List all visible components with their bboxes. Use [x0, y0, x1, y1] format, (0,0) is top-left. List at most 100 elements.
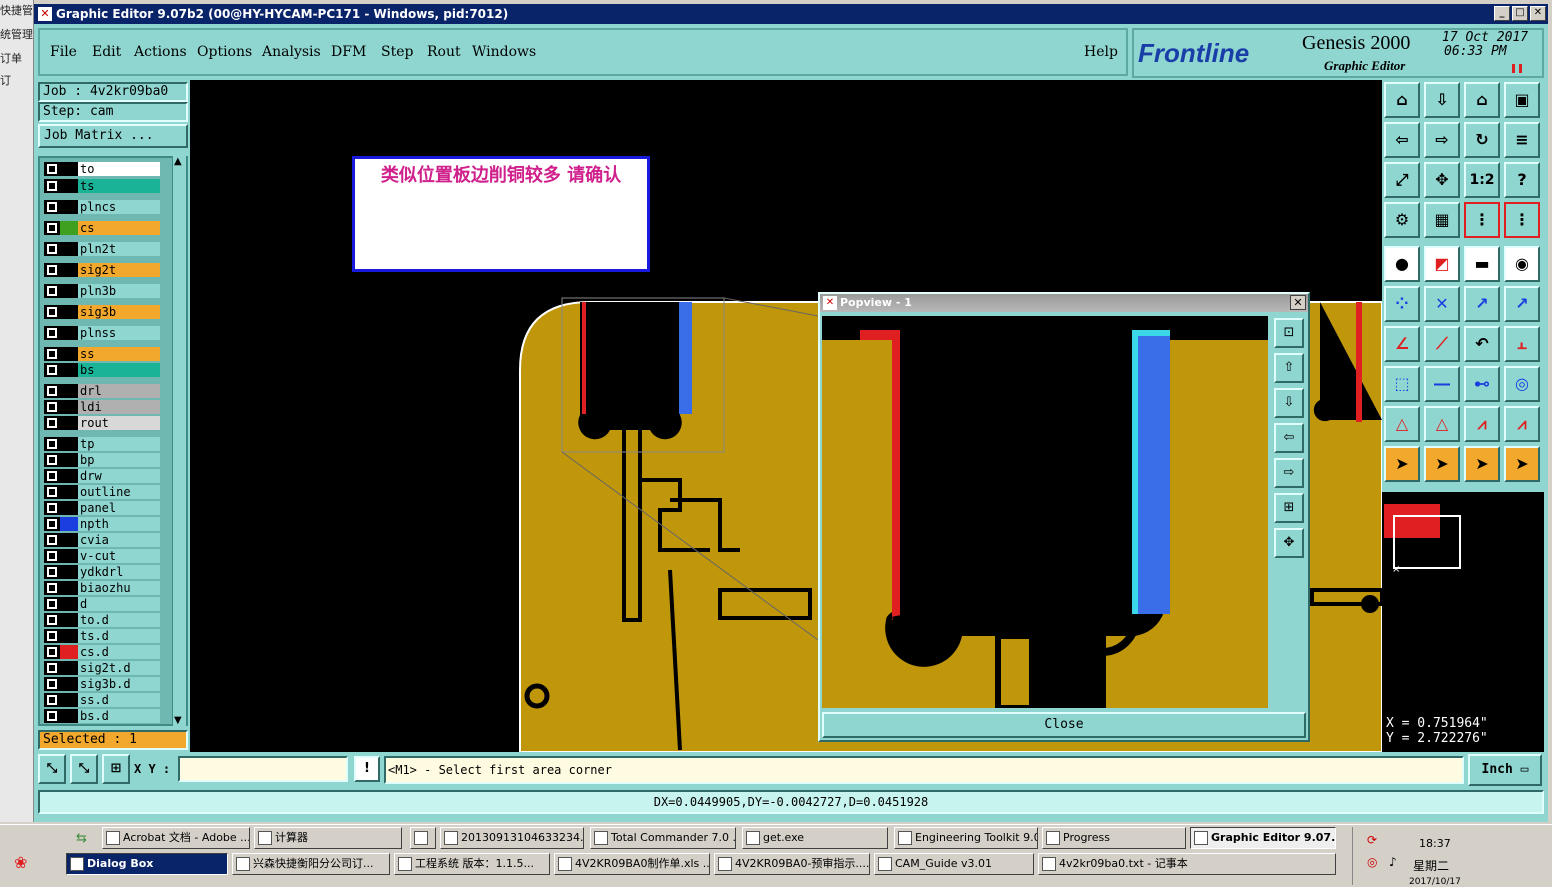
layer-row[interactable]: sig2t	[44, 263, 160, 277]
layer-color-swatch[interactable]	[60, 549, 78, 563]
layer-checkbox[interactable]	[44, 485, 60, 499]
layer-checkbox[interactable]	[44, 629, 60, 643]
task-dialog-box[interactable]: Dialog Box	[66, 853, 228, 875]
layer-checkbox[interactable]	[44, 597, 60, 611]
task-calculator[interactable]: 计算器	[254, 827, 402, 849]
tray-icon-2[interactable]: ◎	[1367, 855, 1377, 869]
layer-row[interactable]: v-cut	[44, 549, 160, 563]
layer-color-swatch[interactable]	[60, 629, 78, 643]
settings-icon[interactable]: ⚙	[1384, 202, 1420, 238]
layer-checkbox[interactable]	[44, 437, 60, 451]
snap2-icon[interactable]: ⋮	[1504, 202, 1540, 238]
layer-row[interactable]: d	[44, 597, 160, 611]
task-get-exe[interactable]: get.exe	[742, 827, 888, 849]
menu-options[interactable]: Options	[197, 44, 252, 60]
zoom-window-icon[interactable]: ⤡	[38, 754, 66, 784]
layer-row[interactable]: panel	[44, 501, 160, 515]
line-point-icon[interactable]: ↗	[1464, 286, 1500, 322]
layer-checkbox[interactable]	[44, 501, 60, 515]
point-box-icon[interactable]: ⬚	[1384, 366, 1420, 402]
clock-time[interactable]: 18:37	[1419, 837, 1451, 850]
popview-fit-icon[interactable]: ⊞	[1274, 493, 1304, 523]
layer-color-swatch[interactable]	[60, 565, 78, 579]
help-query-icon[interactable]: ?	[1504, 162, 1540, 198]
minimize-button[interactable]: _	[1494, 6, 1510, 21]
parallel-icon[interactable]: ⫠	[1504, 326, 1540, 362]
layer-row[interactable]: ts	[44, 179, 160, 193]
task-engineering-toolkit[interactable]: Engineering Toolkit 9.0...	[894, 827, 1038, 849]
task-progress[interactable]: Progress	[1042, 827, 1186, 849]
grid-icon[interactable]: ▦	[1424, 202, 1460, 238]
layer-color-swatch[interactable]	[60, 416, 78, 430]
select-icon[interactable]: ➤	[1424, 446, 1460, 482]
layer-row[interactable]: sig3b	[44, 305, 160, 319]
pause-icon[interactable]	[1512, 64, 1522, 73]
layer-color-swatch[interactable]	[60, 517, 78, 531]
layer-row[interactable]: sig3b.d	[44, 677, 160, 691]
layer-checkbox[interactable]	[44, 469, 60, 483]
task-cam-guide[interactable]: CAM_Guide v3.01	[874, 853, 1034, 875]
measure-icon[interactable]: ◩	[1424, 246, 1460, 282]
triangle3-icon[interactable]: ⩘	[1464, 406, 1500, 442]
triangle-icon[interactable]: △	[1384, 406, 1420, 442]
layer-row[interactable]: drw	[44, 469, 160, 483]
menu-help[interactable]: Help	[1084, 44, 1118, 60]
hline-icon[interactable]: ―	[1424, 366, 1460, 402]
menu-step[interactable]: Step	[381, 44, 413, 60]
popview-zoom-icon[interactable]: ⊡	[1274, 318, 1304, 348]
layer-checkbox[interactable]	[44, 242, 60, 256]
layer-row[interactable]: cvia	[44, 533, 160, 547]
nodes-icon[interactable]: ⁘	[1384, 286, 1420, 322]
layer-color-swatch[interactable]	[60, 597, 78, 611]
center-icon[interactable]: ✥	[1424, 162, 1460, 198]
layer-color-swatch[interactable]	[60, 485, 78, 499]
triangle2-icon[interactable]: △	[1424, 406, 1460, 442]
triangle4-icon[interactable]: ⩘	[1504, 406, 1540, 442]
redraw-icon[interactable]: ↻	[1464, 122, 1500, 158]
layer-color-swatch[interactable]	[60, 162, 78, 176]
task-engineering-system[interactable]: 工程系统 版本：1.1.5...	[394, 853, 550, 875]
window-titlebar[interactable]: ✕ Graphic Editor 9.07b2 (00@HY-HYCAM-PC1…	[34, 4, 1548, 24]
window-icon[interactable]: ▣	[1504, 82, 1540, 118]
menu-actions[interactable]: Actions	[134, 44, 187, 60]
popview-move-icon[interactable]: ✥	[1274, 528, 1304, 558]
tray-icon[interactable]: ⟳	[1367, 833, 1377, 847]
overview-map[interactable]: ×	[1382, 492, 1544, 714]
circle-dim-icon[interactable]: ◎	[1504, 366, 1540, 402]
layer-checkbox[interactable]	[44, 305, 60, 319]
menu-dfm[interactable]: DFM	[331, 44, 366, 60]
pan-down-icon[interactable]: ⇩	[1424, 82, 1460, 118]
layer-row[interactable]: biaozhu	[44, 581, 160, 595]
task-review[interactable]: 4V2KR09BA0-预审指示....	[714, 853, 870, 875]
pan-right-icon[interactable]: ⇨	[1424, 122, 1460, 158]
task-company[interactable]: 兴森快捷衡阳分公司订...	[232, 853, 390, 875]
layer-color-swatch[interactable]	[60, 437, 78, 451]
layer-color-swatch[interactable]	[60, 533, 78, 547]
task-ie[interactable]	[410, 827, 436, 849]
layer-color-swatch[interactable]	[60, 581, 78, 595]
scroll-down-icon[interactable]: ▼	[174, 715, 182, 726]
layer-row[interactable]: drl	[44, 384, 160, 398]
units-selector[interactable]: Inch ▭	[1468, 754, 1542, 786]
task-notepad[interactable]: 4v2kr09ba0.txt - 记事本	[1038, 853, 1336, 875]
layer-row[interactable]: ldi	[44, 400, 160, 414]
snap-grid-icon[interactable]: ⊞	[102, 754, 130, 784]
slash-icon[interactable]: ⟋	[1424, 326, 1460, 362]
layer-color-swatch[interactable]	[60, 347, 78, 361]
layer-row[interactable]: bs	[44, 363, 160, 377]
angle-icon[interactable]: ∠	[1384, 326, 1420, 362]
layer-checkbox[interactable]	[44, 581, 60, 595]
task-excel[interactable]: 4V2KR09BA0制作单.xls ...	[554, 853, 710, 875]
layer-color-swatch[interactable]	[60, 453, 78, 467]
layer-checkbox[interactable]	[44, 162, 60, 176]
start-icon[interactable]: ❀	[14, 853, 27, 872]
popview-pan-left-icon[interactable]: ⇦	[1274, 423, 1304, 453]
layer-row[interactable]: plncs	[44, 200, 160, 214]
layer-color-swatch[interactable]	[60, 400, 78, 414]
quicklaunch-icon[interactable]: ⇆	[76, 831, 87, 846]
measure-window-icon[interactable]: ⤡	[70, 754, 98, 784]
layer-color-swatch[interactable]	[60, 326, 78, 340]
close-window-button[interactable]: ✕	[1530, 6, 1546, 21]
pan-left-icon[interactable]: ⇦	[1384, 122, 1420, 158]
layer-color-swatch[interactable]	[60, 242, 78, 256]
